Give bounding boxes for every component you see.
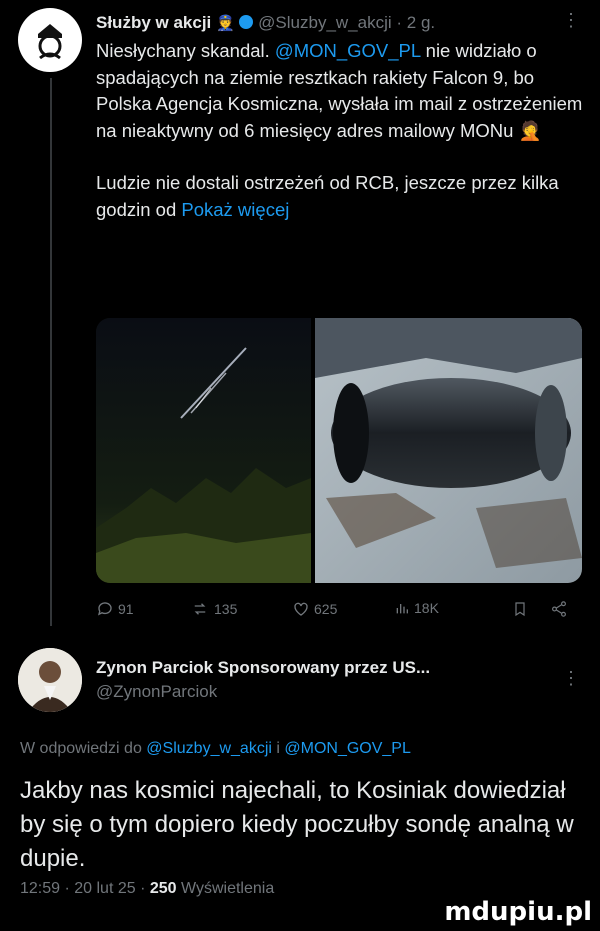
reply-views-count: 250 — [149, 880, 177, 897]
handle[interactable]: @Sluzby_w_akcji — [258, 13, 391, 32]
views-icon — [396, 604, 408, 614]
dot-separator: · — [396, 13, 403, 32]
verified-badge-icon — [239, 15, 254, 29]
sponsored-label: Sponsorowany przez US... — [217, 658, 431, 677]
avatar-zynon[interactable] — [18, 648, 82, 712]
reply-mention-sluzby[interactable]: @Sluzby_w_akcji — [146, 740, 272, 757]
bookmark-action[interactable] — [512, 600, 528, 618]
reply-mention-mon[interactable]: @MON_GOV_PL — [284, 740, 411, 757]
post-time[interactable]: 2 g. — [407, 13, 435, 32]
repost-count: 135 — [214, 601, 238, 617]
reply-meta: 12:59 · 20 lut 25 · 250 Wyświetlenia — [20, 880, 274, 898]
reply-context: W odpowiedzi do @Sluzby_w_akcji i @MON_G… — [20, 740, 411, 758]
shrug-emoji-icon: 🤦 — [518, 119, 542, 141]
show-more-link[interactable]: Pokaż więcej — [181, 199, 289, 220]
media-images — [96, 318, 582, 583]
share-icon — [552, 601, 566, 617]
views-count: 18K — [414, 600, 439, 616]
reply-prefix: W odpowiedzi do — [20, 740, 147, 757]
reply-icon — [97, 602, 112, 616]
post-header: Służby w akcji 👮 @Sluzby_w_akcji · 2 g. — [96, 13, 435, 33]
thread-line — [50, 78, 52, 626]
reply-header: Zynon Parciok Sponsorowany przez US... @… — [96, 658, 430, 702]
reply-display-name[interactable]: Zynon Parciok — [96, 658, 213, 677]
post-text-part: Ludzie nie dostali ostrzeżeń od RCB, jes… — [96, 172, 559, 220]
reply-count: 91 — [118, 601, 134, 617]
reply-text: Jakby nas kosmici najechali, to Kosiniak… — [20, 777, 574, 872]
reply-and: i — [271, 740, 285, 757]
post-media[interactable] — [96, 318, 582, 583]
watermark: mdupiu.pl — [444, 897, 592, 927]
post-text-part: Niesłychany skandal. — [96, 40, 275, 61]
share-action[interactable] — [550, 600, 568, 618]
more-options-icon[interactable]: ⋮ — [562, 10, 580, 31]
rocket-debris-image — [315, 318, 582, 583]
reply-timestamp[interactable]: 12:59 · 20 lut 25 · — [20, 880, 150, 897]
police-badge-icon — [20, 10, 80, 70]
reply-handle[interactable]: @ZynonParciok — [96, 682, 430, 702]
post-actions: 91 135 625 18K — [96, 600, 586, 624]
like-count: 625 — [314, 601, 338, 617]
portrait-icon — [18, 648, 82, 712]
heart-icon — [294, 602, 308, 616]
avatar-sluzby[interactable] — [18, 8, 82, 72]
reply-action[interactable]: 91 — [96, 600, 134, 618]
views-action[interactable]: 18K — [394, 600, 439, 616]
police-officer-emoji-icon: 👮 — [216, 15, 235, 32]
reply-views-label: Wyświetlenia — [176, 880, 275, 897]
post-text: Niesłychany skandal. @MON_GOV_PL nie wid… — [96, 38, 586, 223]
display-name[interactable]: Służby w akcji — [96, 13, 211, 32]
repost-icon — [194, 603, 206, 615]
bookmark-icon — [515, 602, 525, 617]
night-sky-image — [96, 318, 311, 583]
mention-mon[interactable]: @MON_GOV_PL — [275, 40, 421, 61]
repost-action[interactable]: 135 — [190, 600, 237, 618]
reply-more-options-icon[interactable]: ⋮ — [562, 668, 580, 689]
like-action[interactable]: 625 — [292, 600, 337, 618]
